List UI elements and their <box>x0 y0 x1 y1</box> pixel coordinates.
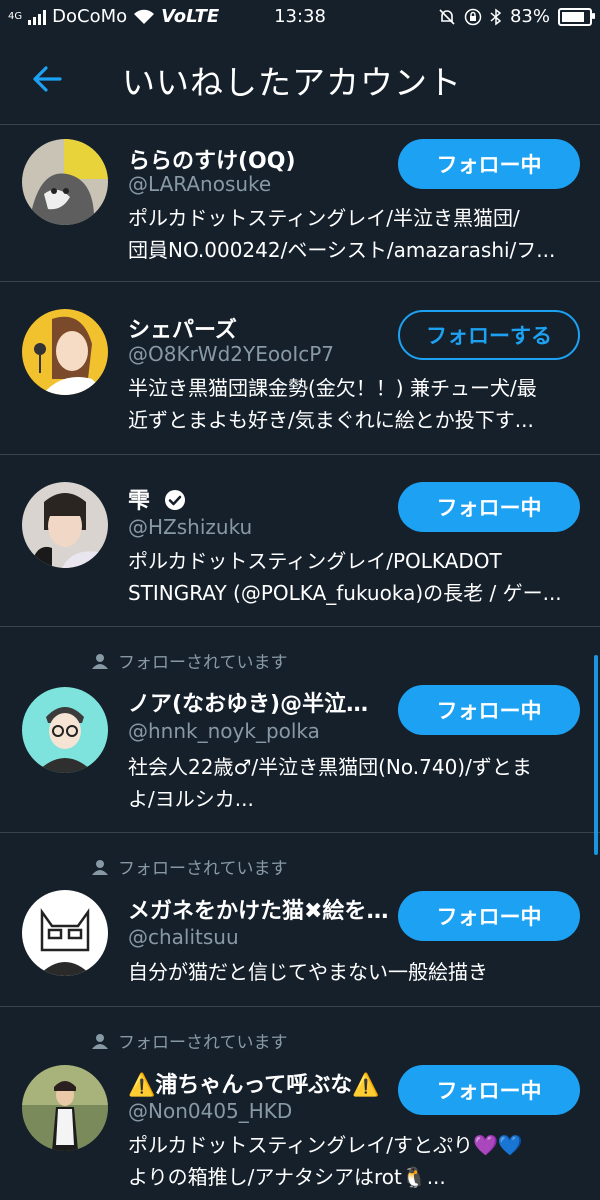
list-item[interactable]: シェパーズ @O8KrWd2YEooIcP7 半泣き黒猫団課金勢(金欠！！) 兼… <box>0 282 600 455</box>
follows-you-indicator: フォローされています <box>92 648 288 673</box>
mute-bell-icon <box>439 8 455 25</box>
back-arrow-icon[interactable] <box>30 62 64 96</box>
avatar[interactable] <box>22 309 108 395</box>
list-item[interactable]: ららのすけ(OQ) @LARAnosuke ポルカドットスティングレイ/半泣き黒… <box>0 125 600 282</box>
following-button[interactable]: フォロー中 <box>398 139 580 189</box>
account-bio: 半泣き黒猫団課金勢(金欠！！) 兼チュー犬/最 近ずとまよも好き/気まぐれに絵と… <box>128 372 580 436</box>
bio-line: よりの箱推し/アナタシアはrot🐧... <box>128 1165 446 1189</box>
status-right: 83% <box>438 6 595 27</box>
account-handle: @O8KrWd2YEooIcP7 <box>128 342 335 366</box>
bio-line: 社会人22歳♂/半泣き黒猫団(No.740)/ずとま <box>128 755 532 779</box>
avatar[interactable] <box>22 482 108 568</box>
account-handle: @HZshizuku <box>128 515 253 539</box>
account-bio: ポルカドットスティングレイ/すとぷり💜💙 よりの箱推し/アナタシアはrot🐧..… <box>128 1129 580 1193</box>
bio-line: ポルカドットスティングレイ/すとぷり💜💙 <box>128 1133 523 1157</box>
person-icon <box>92 859 108 875</box>
account-name: メガネをかけた猫✖絵を... <box>128 899 390 924</box>
account-name: シェパーズ <box>128 318 237 343</box>
list-item[interactable]: フォローされています ⚠️浦ちゃんって呼ぶな⚠️ @Non0405_HKD ポル… <box>0 1007 600 1200</box>
list-item[interactable]: フォローされています ノア(なおゆき)@半泣き... @hnnk_noyk_po… <box>0 627 600 833</box>
account-handle: @hnnk_noyk_polka <box>128 719 320 743</box>
bio-line: 自分が猫だと信じてやまない一般絵描き <box>128 960 488 984</box>
account-name: 雫 <box>128 489 151 514</box>
list-item[interactable]: フォローされています メガネをかけた猫✖絵を... @chalitsuu 自分が… <box>0 833 600 1007</box>
list-item[interactable]: 雫 @HZshizuku ポルカドットスティングレイ/POLKADOT STIN… <box>0 455 600 627</box>
account-bio: ポルカドットスティングレイ/POLKADOT STINGRAY (@POLKA_… <box>128 545 580 609</box>
battery-percent: 83% <box>509 6 550 27</box>
follow-button[interactable]: フォローする <box>398 310 580 360</box>
account-name: ⚠️浦ちゃんって呼ぶな⚠️ <box>128 1073 380 1098</box>
account-handle: @LARAnosuke <box>128 172 272 196</box>
follows-you-label: フォローされています <box>118 859 288 879</box>
following-button[interactable]: フォロー中 <box>398 891 580 941</box>
account-name: ノア(なおゆき)@半泣き... <box>128 692 390 717</box>
status-bar: 4G DoCoMo VoLTE 13:38 83% <box>0 0 600 34</box>
account-bio: 社会人22歳♂/半泣き黒猫団(No.740)/ずとま よ/ヨルシカ... <box>128 751 580 815</box>
avatar[interactable] <box>22 1065 108 1151</box>
follows-you-indicator: フォローされています <box>92 854 288 879</box>
app-header: いいねしたアカウント <box>0 34 600 125</box>
follows-you-label: フォローされています <box>118 1033 288 1053</box>
avatar[interactable] <box>22 139 108 225</box>
avatar[interactable] <box>22 890 108 976</box>
account-handle: @Non0405_HKD <box>128 1099 293 1123</box>
bio-line: STINGRAY (@POLKA_fukuoka)の長老 / ゲー... <box>128 581 562 605</box>
bio-line: ポルカドットスティングレイ/POLKADOT <box>128 549 502 573</box>
account-name: ららのすけ(OQ) <box>128 149 296 174</box>
verified-badge-icon <box>164 490 185 510</box>
avatar[interactable] <box>22 687 108 773</box>
bio-line: ポルカドットスティングレイ/半泣き黒猫団/ <box>128 206 520 230</box>
following-button[interactable]: フォロー中 <box>398 685 580 735</box>
bio-line: よ/ヨルシカ... <box>128 787 254 811</box>
follows-you-indicator: フォローされています <box>92 1028 288 1053</box>
battery-fill <box>562 11 584 22</box>
bio-line: 団員NO.000242/ベーシスト/amazarashi/フ... <box>128 238 556 262</box>
person-icon <box>92 1033 108 1049</box>
account-bio: ポルカドットスティングレイ/半泣き黒猫団/ 団員NO.000242/ベーシスト/… <box>128 202 580 266</box>
scrollbar[interactable] <box>594 655 598 855</box>
following-button[interactable]: フォロー中 <box>398 1065 580 1115</box>
account-bio: 自分が猫だと信じてやまない一般絵描き <box>128 956 580 988</box>
account-handle: @chalitsuu <box>128 925 239 949</box>
page-title: いいねしたアカウント <box>122 63 462 102</box>
bio-line: 半泣き黒猫団課金勢(金欠！！) 兼チュー犬/最 <box>128 376 537 400</box>
person-icon <box>92 653 108 669</box>
following-button[interactable]: フォロー中 <box>398 482 580 532</box>
bluetooth-icon <box>490 8 502 25</box>
bio-line: 近ずとまよも好き/気まぐれに絵とか投下す... <box>128 408 534 432</box>
battery-icon <box>558 7 595 26</box>
lock-rotation-icon <box>464 8 482 25</box>
account-name-row: 雫 <box>128 483 186 515</box>
follows-you-label: フォローされています <box>118 653 288 673</box>
